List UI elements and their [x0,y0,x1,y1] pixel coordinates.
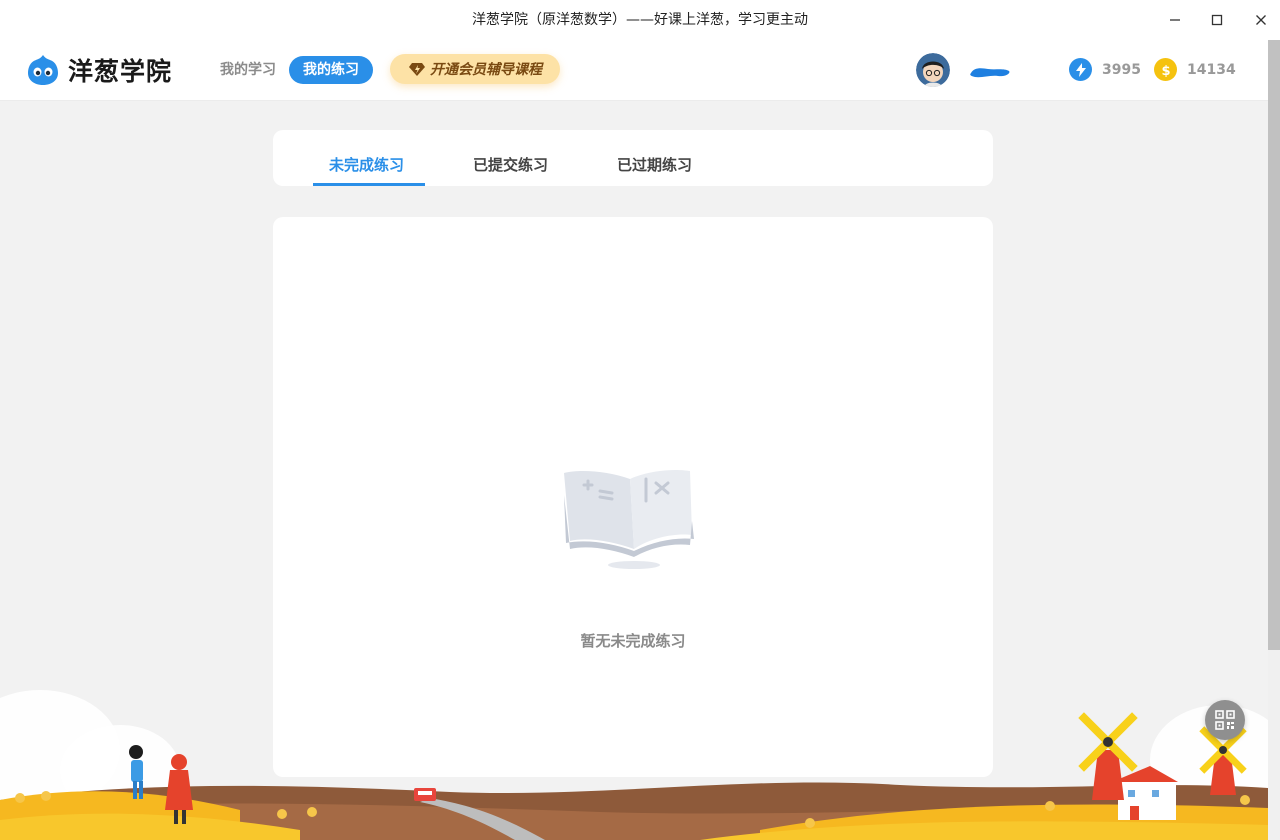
coin-stat: $ 14134 [1154,58,1236,81]
nav-my-study[interactable]: 我的学习 [206,56,290,84]
empty-state-text: 暂无未完成练习 [580,632,686,650]
svg-text:$: $ [1161,64,1170,77]
energy-value: 3995 [1102,61,1141,78]
diamond-icon [409,63,425,76]
tab-submitted-practice[interactable]: 已提交练习 [473,154,548,175]
maximize-icon [1211,14,1223,26]
vip-upgrade-button[interactable]: 开通会员辅导课程 [390,54,560,84]
coin-icon: $ [1154,58,1177,81]
scrollbar-thumb[interactable] [1268,40,1280,650]
onion-logo-icon [28,55,58,85]
minimize-button[interactable] [1160,6,1190,34]
maximize-button[interactable] [1202,6,1232,34]
window-titlebar: 洋葱学院（原洋葱数学）——好课上洋葱，学习更主动 [0,0,1280,40]
energy-stat: 3995 [1069,58,1141,81]
active-tab-indicator [313,183,425,186]
qr-code-icon [1215,710,1235,730]
nav-my-practice[interactable]: 我的练习 [289,56,373,84]
app-header: 洋葱学院 我的学习 我的练习 开通会员辅导课程 3995 $ 14134 [0,40,1268,100]
coin-value: 14134 [1187,61,1236,78]
lightning-icon [1069,58,1092,81]
empty-book-icon [564,469,694,569]
tab-expired-practice[interactable]: 已过期练习 [617,154,692,175]
close-button[interactable] [1246,6,1276,34]
logo-text: 洋葱学院 [68,57,173,86]
vip-label: 开通会员辅导课程 [430,62,542,78]
username-redacted [968,64,1012,83]
minimize-icon [1170,19,1180,21]
app-logo[interactable]: 洋葱学院 [26,52,172,88]
window-title: 洋葱学院（原洋葱数学）——好课上洋葱，学习更主动 [472,12,808,28]
qr-code-button[interactable] [1205,700,1245,740]
close-icon [1256,15,1266,25]
user-avatar[interactable] [916,53,950,87]
tab-unfinished-practice[interactable]: 未完成练习 [329,154,404,175]
